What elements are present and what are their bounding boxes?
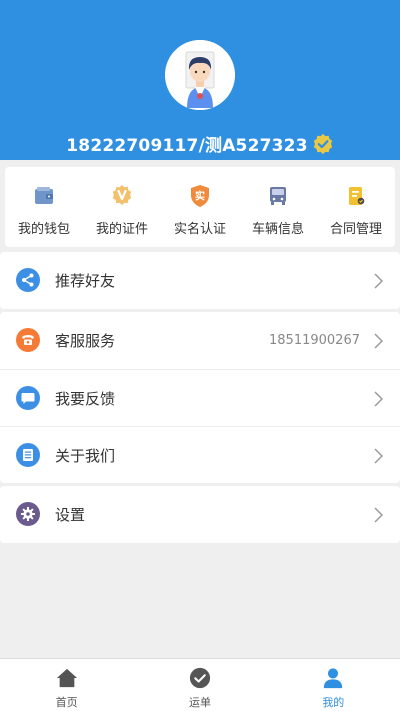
recommend-group: 推荐好友: [0, 252, 400, 309]
certificate-icon: [112, 185, 132, 205]
menu-row-service[interactable]: 客服服务 18511900267: [0, 312, 400, 369]
menu-row-settings[interactable]: 设置: [0, 486, 400, 543]
quick-item-wallet[interactable]: 我的钱包: [5, 167, 83, 247]
quick-menu: 我的钱包 我的证件 实 实名认证 车辆信息 合同管理: [5, 167, 395, 247]
user-title-text: 18222709117/测A527323: [66, 136, 308, 156]
menu-row-about[interactable]: 关于我们: [0, 426, 400, 483]
tab-waybill[interactable]: 运单: [133, 659, 266, 711]
service-phone-number[interactable]: 18511900267: [269, 333, 360, 348]
check-icon: [189, 667, 211, 689]
user-icon: [324, 668, 343, 689]
share-icon: [16, 268, 40, 292]
profile-header: 18222709117/测A527323: [0, 0, 400, 160]
quick-item-label: 我的证件: [95, 222, 148, 237]
chevron-right-icon: [374, 273, 383, 289]
chat-icon: [16, 386, 40, 410]
settings-group: 设置: [0, 486, 400, 543]
chevron-right-icon: [374, 448, 383, 464]
menu-label: 推荐好友: [55, 272, 116, 290]
avatar[interactable]: [165, 40, 235, 110]
tab-label: 我的: [322, 696, 345, 709]
chevron-right-icon: [374, 391, 383, 407]
tab-home[interactable]: 首页: [0, 659, 133, 711]
verified-badge-icon: [313, 133, 332, 154]
menu-label: 设置: [55, 506, 86, 524]
user-title: 18222709117/测A527323: [0, 131, 400, 156]
quick-item-label: 我的钱包: [17, 222, 70, 237]
truck-icon: [270, 187, 286, 205]
quick-item-label: 车辆信息: [251, 222, 304, 237]
document-icon: [16, 443, 40, 467]
quick-item-label: 合同管理: [329, 222, 382, 237]
menu-label: 客服服务: [55, 332, 116, 350]
svg-text:实: 实: [195, 190, 205, 203]
bottom-tab-bar: 首页 运单 我的: [0, 658, 400, 711]
phone-icon: [16, 328, 40, 352]
service-group: 客服服务 18511900267 我要反馈 关于我们: [0, 312, 400, 483]
quick-item-label: 实名认证: [173, 222, 226, 237]
menu-row-feedback[interactable]: 我要反馈: [0, 369, 400, 426]
tab-label: 运单: [188, 696, 211, 709]
avatar-image: [165, 40, 235, 110]
quick-item-real-name[interactable]: 实 实名认证: [161, 167, 239, 247]
gear-icon: [16, 502, 40, 526]
home-icon: [56, 668, 77, 688]
menu-label: 关于我们: [55, 446, 116, 465]
chevron-right-icon: [374, 333, 383, 349]
wallet-icon: [35, 187, 53, 204]
chevron-right-icon: [374, 507, 383, 523]
tab-label: 首页: [55, 696, 78, 709]
tab-mine[interactable]: 我的: [267, 659, 400, 711]
quick-item-vehicle[interactable]: 车辆信息: [239, 167, 317, 247]
real-name-icon: 实: [191, 185, 209, 207]
contract-icon: [349, 187, 365, 205]
quick-item-certificate[interactable]: 我的证件: [83, 167, 161, 247]
menu-label: 我要反馈: [55, 389, 116, 408]
quick-item-contract[interactable]: 合同管理: [317, 167, 395, 247]
menu-row-recommend[interactable]: 推荐好友: [0, 252, 400, 309]
